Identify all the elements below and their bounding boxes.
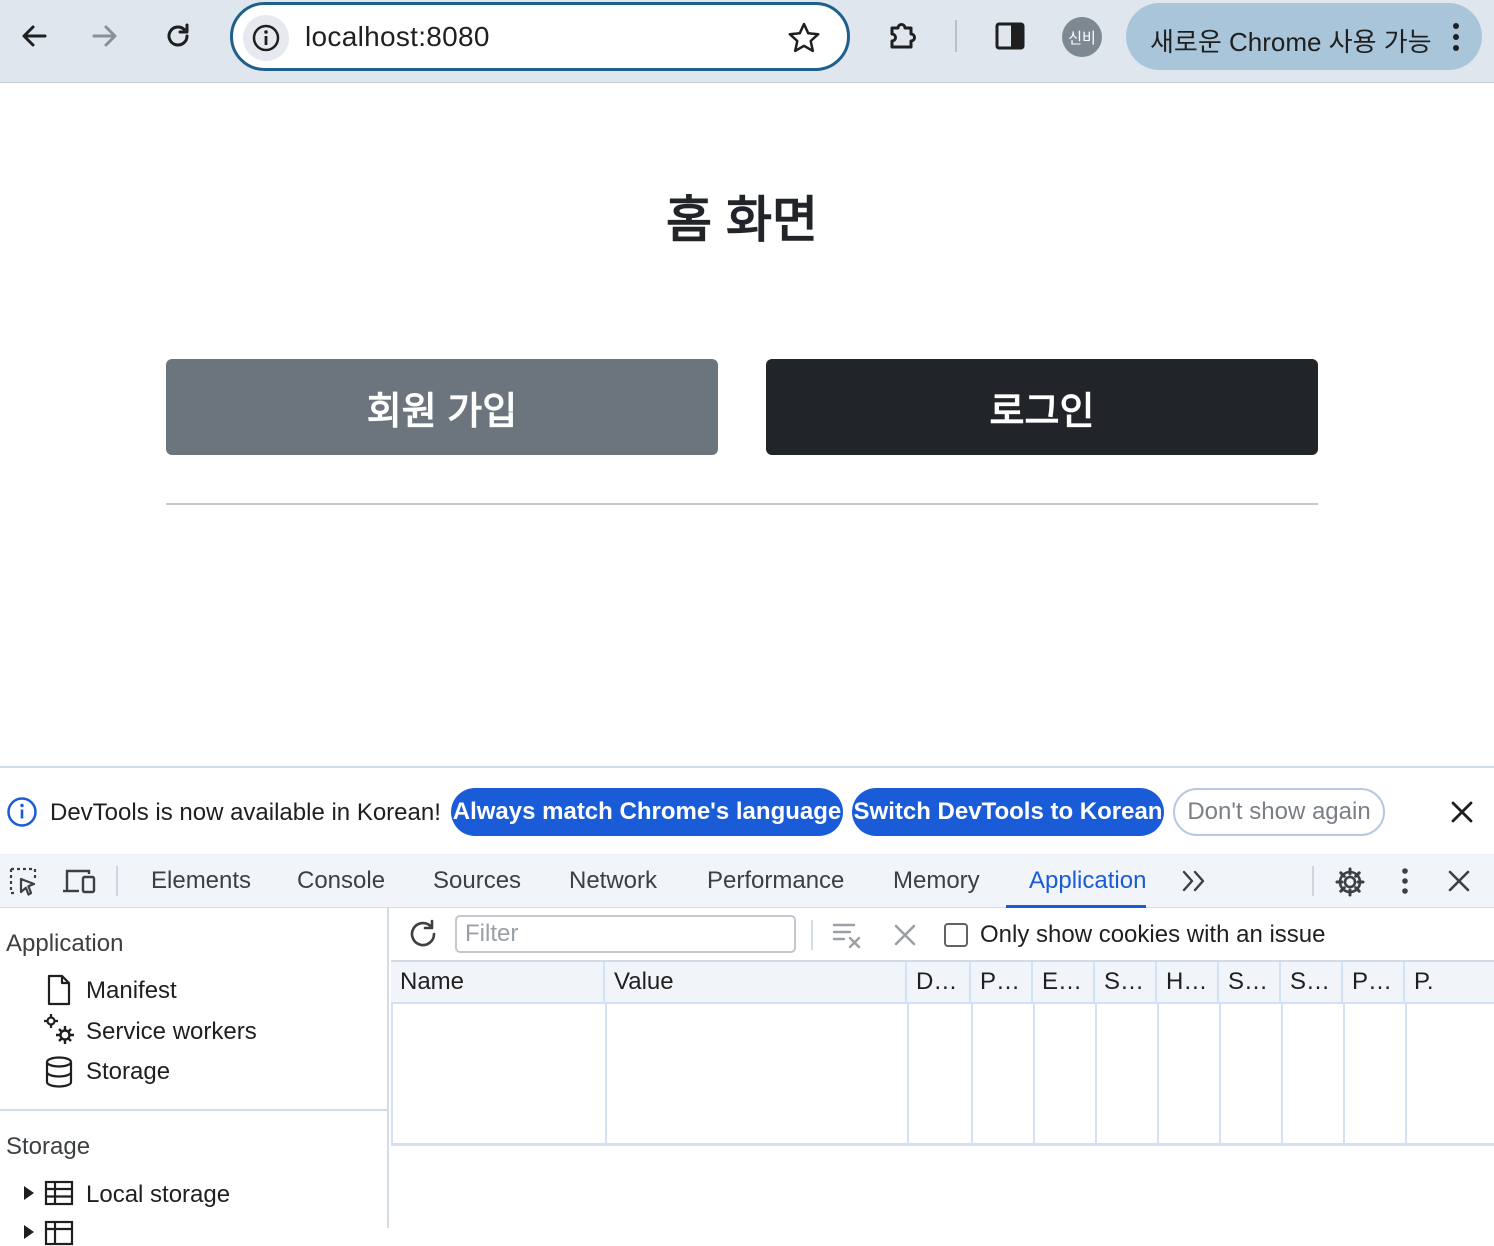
forward-button[interactable] — [81, 12, 129, 60]
language-infobar: DevTools is now available in Korean! Alw… — [0, 768, 1494, 854]
info-icon — [252, 24, 280, 52]
triangle-right-icon[interactable] — [22, 1184, 36, 1202]
column-header-partition-key[interactable]: P… — [1343, 962, 1405, 1004]
profile-avatar[interactable]: 신비 — [1062, 17, 1102, 57]
bookmark-button[interactable] — [787, 21, 821, 60]
column-line — [1095, 1004, 1097, 1143]
more-tabs-icon[interactable] — [1180, 868, 1208, 894]
dont-show-again-button[interactable]: Don't show again — [1173, 788, 1385, 836]
info-icon — [7, 797, 37, 827]
page-title: 홈 화면 — [666, 192, 818, 248]
reload-icon — [167, 23, 189, 47]
column-line — [1281, 1004, 1283, 1143]
sidebar-divider — [0, 1109, 389, 1111]
page-divider — [166, 503, 1318, 505]
update-label: 새로운 Chrome 사용 가능 — [1150, 27, 1432, 57]
sidebar-heading-application: Application — [6, 930, 124, 957]
cookies-table: Name Value D… P… E… S… H… S… S… P… P. — [391, 962, 1494, 1146]
address-bar[interactable]: localhost:8080 — [230, 2, 850, 71]
delete-all-icon[interactable] — [892, 922, 918, 948]
column-line — [1219, 1004, 1221, 1143]
star-icon — [788, 22, 820, 53]
sidebar-item-storage[interactable]: Storage — [86, 1058, 170, 1086]
column-header-value[interactable]: Value — [605, 962, 907, 1004]
column-line — [391, 1004, 393, 1143]
gear-icon[interactable] — [1334, 866, 1366, 898]
only-issue-label: Only show cookies with an issue — [980, 921, 1326, 948]
column-line — [1343, 1004, 1345, 1143]
toolbar-separator — [811, 920, 813, 950]
table-icon — [44, 1220, 74, 1246]
tab-sources[interactable]: Sources — [433, 854, 521, 908]
side-panel-icon — [995, 22, 1025, 50]
inspect-element-icon[interactable] — [8, 866, 38, 896]
column-header-name[interactable]: Name — [391, 962, 605, 1004]
arrow-left-icon — [22, 25, 47, 47]
database-icon — [45, 1056, 73, 1088]
always-match-language-button[interactable]: Always match Chrome's language — [451, 788, 843, 836]
devtools-tabbar: Elements Console Sources Network Perform… — [0, 854, 1494, 908]
tab-separator — [116, 866, 118, 896]
close-icon[interactable] — [1448, 798, 1476, 826]
column-line — [907, 1004, 909, 1143]
tab-elements[interactable]: Elements — [151, 854, 251, 908]
toolbar-separator — [955, 20, 957, 52]
cookie-filter-input[interactable] — [455, 915, 796, 953]
browser-toolbar: localhost:8080 신비 새로운 Chrome 사용 가능 — [0, 0, 1494, 83]
column-line — [1157, 1004, 1159, 1143]
gears-icon — [44, 1014, 74, 1044]
url-text[interactable]: localhost:8080 — [305, 21, 490, 53]
reload-button[interactable] — [154, 12, 202, 60]
signup-button[interactable]: 회원 가입 — [166, 359, 718, 455]
clear-filtered-icon[interactable] — [831, 920, 865, 950]
refresh-icon[interactable] — [407, 918, 439, 950]
arrow-right-icon — [92, 25, 117, 47]
table-icon — [44, 1180, 74, 1206]
switch-to-korean-button[interactable]: Switch DevTools to Korean — [852, 788, 1164, 836]
cookies-toolbar: Only show cookies with an issue — [391, 908, 1494, 962]
tab-console[interactable]: Console — [297, 854, 385, 908]
document-icon — [47, 974, 71, 1006]
only-issue-checkbox[interactable] — [944, 923, 968, 947]
side-panel-button[interactable] — [986, 12, 1034, 60]
sidebar-item-manifest[interactable]: Manifest — [86, 977, 177, 1005]
kebab-menu-icon[interactable] — [1450, 21, 1462, 53]
devtools-panel: DevTools is now available in Korean! Alw… — [0, 766, 1494, 1246]
sidebar-heading-storage: Storage — [6, 1133, 91, 1160]
column-line — [1405, 1004, 1407, 1143]
sidebar-item-service-workers[interactable]: Service workers — [86, 1018, 257, 1046]
tab-application[interactable]: Application — [1029, 854, 1146, 908]
application-sidebar: Application Manifest Service workers Sto… — [0, 908, 389, 1246]
close-icon[interactable] — [1446, 868, 1472, 894]
column-line — [1033, 1004, 1035, 1143]
device-toolbar-icon[interactable] — [62, 866, 96, 896]
login-button[interactable]: 로그인 — [766, 359, 1318, 455]
column-header-secure[interactable]: S… — [1219, 962, 1281, 1004]
column-line — [605, 1004, 607, 1143]
tab-performance[interactable]: Performance — [707, 854, 844, 908]
kebab-menu-icon[interactable] — [1398, 866, 1412, 896]
column-header-samesite[interactable]: S… — [1281, 962, 1343, 1004]
sidebar-item-local-storage[interactable]: Local storage — [86, 1181, 230, 1209]
column-header-httponly[interactable]: H… — [1157, 962, 1219, 1004]
infobar-message: DevTools is now available in Korean! — [50, 799, 441, 826]
column-header-priority[interactable]: P. — [1405, 962, 1494, 1004]
puzzle-icon — [890, 23, 916, 49]
back-button[interactable] — [10, 12, 58, 60]
column-header-path[interactable]: P… — [971, 962, 1033, 1004]
tab-separator — [1312, 866, 1314, 896]
tab-network[interactable]: Network — [569, 854, 657, 908]
column-header-expires[interactable]: E… — [1033, 962, 1095, 1004]
tab-memory[interactable]: Memory — [893, 854, 980, 908]
column-header-size[interactable]: S… — [1095, 962, 1157, 1004]
column-header-domain[interactable]: D… — [907, 962, 971, 1004]
column-line — [971, 1004, 973, 1143]
site-info-button[interactable] — [243, 15, 289, 61]
extensions-button[interactable] — [879, 12, 927, 60]
chrome-update-button[interactable]: 새로운 Chrome 사용 가능 — [1126, 3, 1482, 70]
